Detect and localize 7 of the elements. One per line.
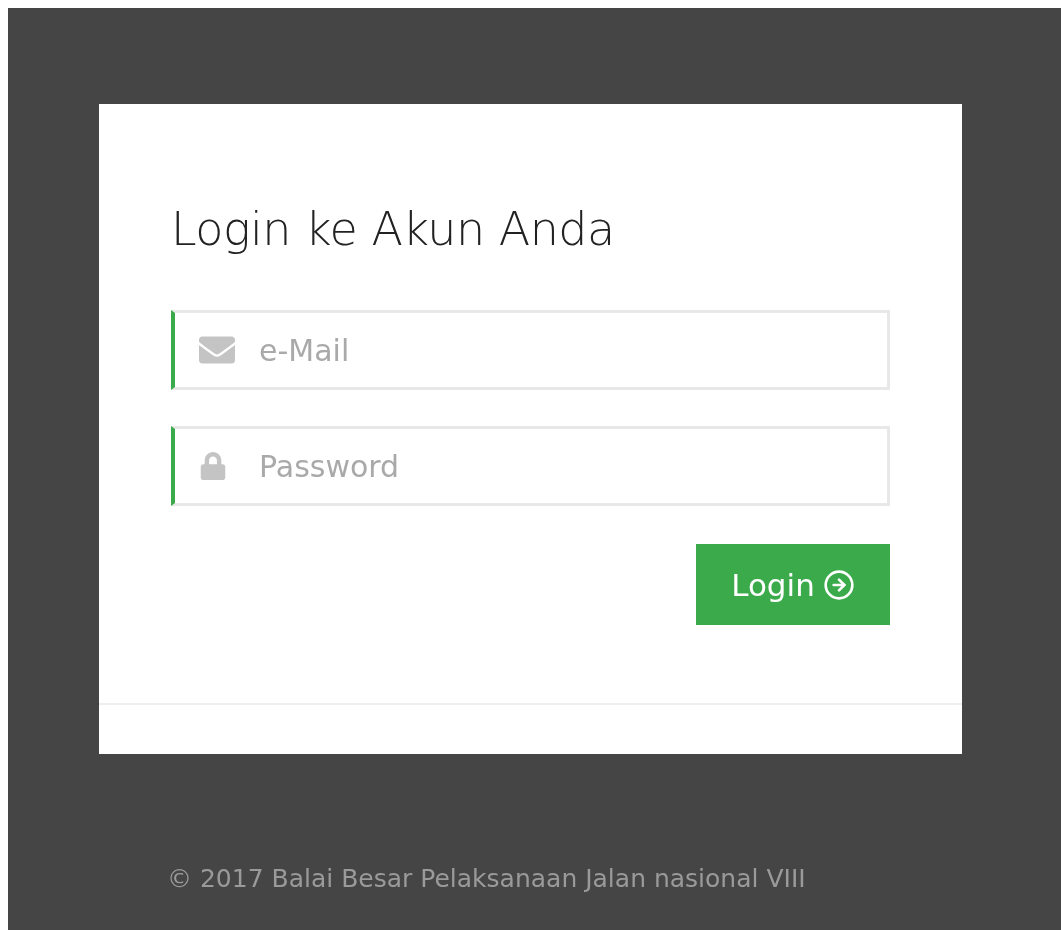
arrow-circle-icon	[822, 568, 855, 601]
login-title: Login ke Akun Anda	[171, 202, 616, 256]
email-field[interactable]: e-Mail	[171, 310, 890, 390]
lock-icon	[199, 452, 227, 480]
password-field[interactable]: Password	[171, 426, 890, 506]
footer-text: © 2017 Balai Besar Pelaksanaan Jalan nasional VIII	[167, 864, 806, 893]
login-button[interactable]: Login	[696, 544, 890, 625]
